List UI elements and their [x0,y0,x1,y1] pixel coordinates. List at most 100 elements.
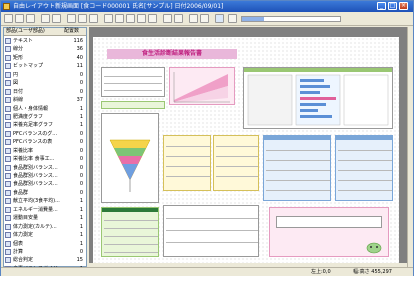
send-back-icon[interactable] [174,14,183,23]
align-center-icon[interactable] [115,14,124,23]
part-count: 36 [76,46,83,53]
parts-list-item[interactable]: 栄養比率 0 [4,147,86,155]
new-icon[interactable] [4,14,13,23]
parts-list-item[interactable]: 食品群別バランス... 0 [4,180,86,188]
part-type-icon [5,181,11,188]
obesity-chart-box[interactable] [169,67,235,105]
close-button[interactable]: × [399,2,408,10]
parts-list-item[interactable]: 個人・身体情報 1 [4,105,86,113]
window-title: 自由レイアウト新規画面 [食コード000001 氏名[サンプル] 日付2006/… [13,3,224,10]
parts-panel: 部品(ユーザ部品) 配置数 テキスト 116 線分 36 矩形 40 ビットマップ 11 円 0 図… [3,27,87,272]
parts-list: テキスト 116 線分 36 矩形 40 ビットマップ 11 円 0 図 0 日付 0 斜線 37 個人・身体情… [4,37,86,273]
col-count-header[interactable]: 配置数 [64,28,79,35]
part-type-icon [5,147,11,154]
report-page[interactable]: 食生活診断結果報告書 [93,37,399,263]
zoom-icon[interactable] [228,14,237,23]
zoom-slider-fill [242,17,264,21]
part-count: 1 [79,198,83,205]
part-count: 15 [76,257,83,264]
col-name-header[interactable]: 部品(ユーザ部品) [6,28,45,35]
part-type-icon [5,156,11,163]
print-icon[interactable] [200,14,209,23]
part-label: ビットマップ [13,63,44,70]
maximize-button[interactable]: □ [388,2,397,10]
parts-list-item[interactable]: 斜線 37 [4,96,86,104]
undo-icon[interactable] [41,14,50,23]
parts-list-item[interactable]: 運動目安量 1 [4,214,86,222]
minimize-button[interactable]: _ [377,2,386,10]
part-count: 37 [76,97,83,104]
energy-summary-box[interactable] [101,101,165,109]
part-label: 献立平均(3食平均)... [13,198,60,205]
parts-list-item[interactable]: 円0 [4,71,86,79]
page-title[interactable]: 食生活診断結果報告書 [107,49,237,59]
part-count: 0 [79,139,83,146]
title-bar[interactable]: 自由レイアウト新規画面 [食コード000001 氏名[サンプル] 日付2006/… [1,1,413,12]
align-bottom-icon[interactable] [148,14,157,23]
cut-icon[interactable] [67,14,76,23]
parts-list-item[interactable]: PFCバランスのグ... 0 [4,130,86,138]
grid-icon[interactable] [189,14,198,23]
parts-list-item[interactable]: PFCバランスの表 0 [4,138,86,146]
align-left-icon[interactable] [104,14,113,23]
parts-list-item[interactable]: 献立平均(3食平均)... 1 [4,197,86,205]
part-type-icon [5,97,11,104]
parts-list-item[interactable]: エネルギー消費量... 1 [4,206,86,214]
parts-list-item[interactable]: 総合判定 15 [4,256,86,264]
parts-list-item[interactable]: 食品群別バランス... 0 [4,172,86,180]
nutrition-chart-box[interactable] [243,67,393,129]
meal-average-table[interactable] [101,207,159,257]
parts-list-item[interactable]: 食品群別バランス... 0 [4,164,86,172]
parts-list-item[interactable]: 栄養充足率グラフ 1 [4,121,86,129]
nutrition-ratio-table[interactable] [213,135,259,191]
app-icon [3,3,10,10]
parts-list-item[interactable]: 体力測定 1 [4,231,86,239]
food-balance-guide-box[interactable] [101,113,159,203]
pfc-balance-table[interactable] [163,135,211,191]
bring-front-icon[interactable] [163,14,172,23]
copy-icon[interactable] [78,14,87,23]
parts-list-item[interactable]: 矩形 40 [4,54,86,62]
part-type-icon [5,63,11,70]
parts-list-item[interactable]: 食品群 0 [4,189,86,197]
part-count: 0 [79,130,83,137]
parts-list-item[interactable]: ビットマップ 11 [4,62,86,70]
align-top-icon[interactable] [137,14,146,23]
parts-list-item[interactable]: 肥満度グラフ 1 [4,113,86,121]
personal-info-box[interactable] [101,67,165,97]
save-icon[interactable] [26,14,35,23]
open-icon[interactable] [15,14,24,23]
redo-icon[interactable] [52,14,61,23]
layout-canvas[interactable]: 食生活診断結果報告書 [89,27,407,267]
parts-list-item[interactable]: 線分 36 [4,45,86,53]
parts-list-item[interactable]: 個表 1 [4,240,86,248]
advice-box[interactable] [269,207,389,257]
part-count: 0 [79,173,83,179]
food-group-detail-table[interactable] [335,135,393,201]
parts-list-item[interactable]: 栄養比率 食事工... 0 [4,155,86,163]
zoom-slider[interactable] [241,16,341,22]
preview-icon[interactable] [215,14,224,23]
parts-list-item[interactable]: 日付 0 [4,88,86,96]
parts-list-item[interactable]: 計算 0 [4,248,86,256]
part-label: 体力測定(カルテ)... [13,223,57,230]
part-type-icon [5,164,11,171]
status-bar: 左上:0,0 幅:高さ 455,297 [1,267,413,276]
food-group-table[interactable] [263,135,331,201]
part-type-icon [5,105,11,112]
part-type-icon [5,198,11,205]
comment-box[interactable] [163,205,259,257]
align-right-icon[interactable] [126,14,135,23]
vertical-scrollbar[interactable] [407,27,413,267]
part-label: 計算 [13,248,24,255]
part-type-icon [5,257,11,264]
part-count: 1 [79,240,83,247]
advice-inner-box[interactable] [276,216,382,228]
part-count: 11 [76,63,83,70]
parts-list-item[interactable]: 体力測定(カルテ)... 1 [4,223,86,231]
part-count: 116 [73,38,83,44]
parts-list-item[interactable]: 図0 [4,79,86,87]
part-type-icon [5,130,11,137]
parts-list-item[interactable]: テキスト 116 [4,37,86,45]
paste-icon[interactable] [89,14,98,23]
